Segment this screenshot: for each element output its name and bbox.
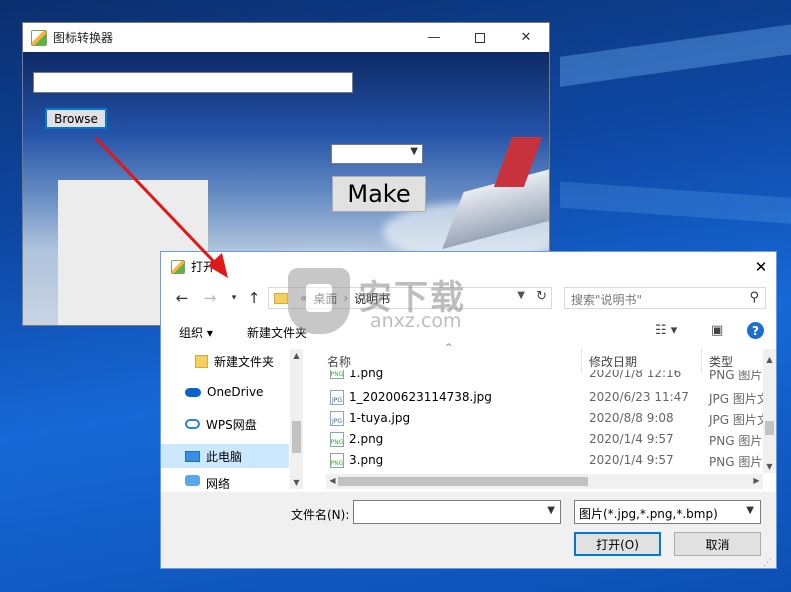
file-row[interactable]: JPG 1-tuya.jpg 2020/8/8 9:08 JPG 图片文	[321, 408, 769, 429]
nav-item-label: 网络	[206, 477, 231, 489]
chevron-down-icon: ▼	[746, 505, 754, 516]
watermark: 安下载 anxz.com	[288, 268, 508, 338]
up-arrow-icon[interactable]: ↑	[243, 287, 265, 309]
window-titlebar[interactable]: 图标转换器 — ✕	[23, 23, 549, 52]
nav-item-new-folder[interactable]: 新建文件夹	[161, 349, 289, 373]
nav-item-wps[interactable]: WPS网盘	[161, 412, 289, 436]
search-input[interactable]: 搜索"说明书" ⚲	[564, 287, 766, 309]
file-type: JPG 图片文	[709, 392, 769, 406]
network-icon	[185, 475, 200, 486]
file-date: 2020/8/8 9:08	[589, 411, 674, 425]
dialog-title: 打开	[191, 260, 216, 274]
file-name: 2.png	[349, 432, 384, 446]
file-name: 3.png	[349, 453, 384, 467]
file-type: PNG 图片文	[709, 370, 761, 382]
size-select[interactable]: ▼	[331, 144, 423, 164]
file-type: JPG 图片文	[709, 413, 769, 427]
file-list: 名称 ^ 修改日期 类型 PNG 1.png 2020/1/8 12:16 PN…	[321, 343, 776, 491]
filename-label: 文件名(N):	[291, 508, 350, 522]
scroll-up-icon[interactable]: ▲	[290, 351, 303, 360]
minimize-button[interactable]: —	[411, 23, 457, 52]
view-options-icon[interactable]: ☷ ▾	[655, 323, 677, 338]
scroll-right-icon[interactable]: ▶	[750, 476, 763, 485]
scrollbar-thumb[interactable]	[292, 421, 301, 453]
lock-icon	[306, 284, 332, 312]
jpg-file-icon: JPG	[330, 390, 344, 405]
file-name: 1_20200623114738.jpg	[349, 390, 492, 404]
dialog-footer: 文件名(N): ▼ 图片(*.jpg,*.png,*.bmp) ▼ 打开(O) …	[161, 492, 776, 568]
scrollbar-thumb[interactable]	[765, 421, 774, 435]
jpg-file-icon: JPG	[330, 411, 344, 426]
desktop-light-beam	[560, 181, 791, 225]
cancel-button[interactable]: 取消	[674, 532, 761, 556]
file-date: 2020/1/4 9:57	[589, 432, 674, 446]
computer-icon	[185, 450, 200, 462]
search-placeholder: 搜索"说明书"	[571, 293, 643, 307]
chevron-down-icon[interactable]: ▼	[517, 290, 525, 301]
file-row[interactable]: PNG 2.png 2020/1/4 9:57 PNG 图片文	[321, 429, 774, 450]
filename-input[interactable]: ▼	[353, 500, 561, 524]
file-name: 1-tuya.jpg	[349, 411, 411, 425]
file-row[interactable]: PNG 1.png 2020/1/8 12:16 PNG 图片文	[321, 370, 761, 385]
maximize-icon	[475, 32, 485, 43]
app-icon	[171, 259, 185, 274]
refresh-icon[interactable]: ↻	[536, 289, 547, 304]
file-name: 1.png	[349, 370, 384, 380]
window-title: 图标转换器	[53, 31, 114, 45]
app-icon	[31, 29, 47, 46]
scroll-down-icon[interactable]: ▼	[763, 462, 776, 471]
png-file-icon: PNG	[330, 453, 344, 468]
path-input[interactable]	[33, 72, 353, 93]
desktop-light-beam	[560, 23, 791, 87]
wps-cloud-icon	[185, 419, 200, 429]
file-date: 2020/1/8 12:16	[589, 370, 682, 380]
nav-item-label: 此电脑	[206, 449, 243, 464]
forward-arrow-icon[interactable]: →	[199, 287, 221, 309]
scroll-down-icon[interactable]: ▼	[290, 478, 303, 487]
png-file-icon: PNG	[330, 432, 344, 447]
search-icon: ⚲	[749, 290, 759, 305]
nav-item-label: WPS网盘	[206, 417, 257, 432]
make-button[interactable]: Make	[332, 176, 426, 212]
back-arrow-icon[interactable]: ←	[171, 287, 193, 309]
watermark-url: anxz.com	[370, 310, 462, 332]
navigation-pane: 新建文件夹 OneDrive WPS网盘 此电脑 网络 ▲ ▼	[161, 349, 307, 491]
nav-item-network[interactable]: 网络	[161, 475, 289, 489]
close-button[interactable]: ✕	[503, 23, 549, 52]
browse-button[interactable]: Browse	[45, 108, 107, 129]
nav-item-onedrive[interactable]: OneDrive	[161, 380, 289, 404]
file-row[interactable]: JPG 1_20200623114738.jpg 2020/6/23 11:47…	[321, 387, 769, 408]
organize-menu[interactable]: 组织 ▾	[179, 324, 213, 341]
open-button[interactable]: 打开(O)	[574, 532, 661, 556]
png-file-icon: PNG	[330, 370, 344, 379]
nav-item-label: OneDrive	[207, 385, 264, 399]
folder-icon	[195, 354, 208, 368]
shield-logo-icon	[288, 268, 350, 334]
nav-item-this-pc[interactable]: 此电脑	[161, 444, 289, 468]
filter-value: 图片(*.jpg,*.png,*.bmp)	[579, 507, 718, 521]
scroll-up-icon[interactable]: ▲	[763, 355, 776, 364]
file-scrollbar[interactable]: ▲ ▼	[763, 349, 776, 473]
file-date: 2020/1/4 9:57	[589, 453, 674, 467]
sort-chevron-icon: ^	[445, 343, 453, 353]
file-type-filter[interactable]: 图片(*.jpg,*.png,*.bmp) ▼	[574, 500, 761, 524]
recent-chevron-icon[interactable]: ▾	[223, 287, 245, 309]
scrollbar-thumb[interactable]	[338, 477, 588, 486]
nav-item-label: 新建文件夹	[214, 354, 275, 369]
help-icon[interactable]: ?	[747, 322, 764, 339]
nav-scrollbar[interactable]: ▲ ▼	[290, 349, 303, 489]
file-row[interactable]: PNG 3.png 2020/1/4 9:57 PNG 图片文	[321, 450, 774, 471]
dialog-close-button[interactable]: ✕	[746, 252, 776, 281]
file-date: 2020/6/23 11:47	[589, 390, 689, 404]
folder-icon	[274, 292, 288, 304]
preview-pane-icon[interactable]: ▣	[711, 323, 723, 338]
resize-grip-icon[interactable]: ⋰	[763, 558, 772, 568]
onedrive-icon	[185, 387, 201, 397]
chevron-down-icon: ▼	[410, 146, 418, 157]
horizontal-scrollbar[interactable]: ◀ ▶	[326, 474, 763, 489]
chevron-down-icon[interactable]: ▼	[547, 505, 555, 516]
maximize-button[interactable]	[457, 23, 503, 52]
